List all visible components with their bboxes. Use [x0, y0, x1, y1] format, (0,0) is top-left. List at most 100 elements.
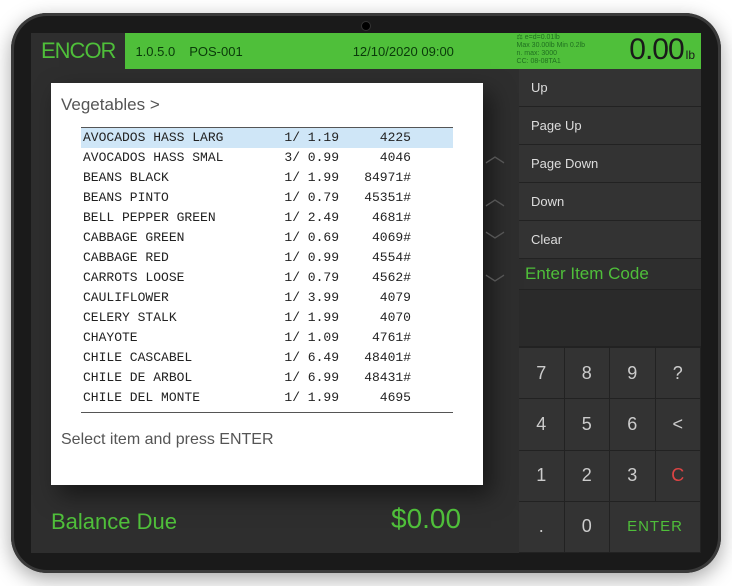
up-button[interactable]: Up: [519, 69, 701, 107]
key-9[interactable]: 9: [610, 348, 656, 399]
list-item[interactable]: CABBAGE GREEN1/ 0.694069#: [81, 228, 453, 248]
key-clear[interactable]: C: [656, 451, 702, 502]
datetime-label: 12/10/2020 09:00: [353, 44, 454, 59]
item-name: CABBAGE RED: [83, 248, 261, 268]
key-backspace[interactable]: <: [656, 399, 702, 450]
scroll-indicator: ︿ ︿ ﹀ ﹀: [483, 139, 507, 297]
key-3[interactable]: 3: [610, 451, 656, 502]
balance-label: Balance Due: [51, 509, 177, 535]
item-name: CHILE DEL MONTE: [83, 388, 261, 408]
item-code: 4554#: [339, 248, 411, 268]
item-code: 4070: [339, 308, 411, 328]
version-label: 1.0.5.0: [135, 44, 175, 59]
list-item[interactable]: CHILE CASCABEL1/ 6.4948401#: [81, 348, 453, 368]
chevron-down-icon: ﹀: [485, 225, 505, 254]
tablet-frame: ENCOR 1.0.5.0 POS-001 12/10/2020 09:00 ⚖…: [11, 13, 721, 573]
key-help[interactable]: ?: [656, 348, 702, 399]
item-code: 48401#: [339, 348, 411, 368]
item-name: CHILE CASCABEL: [83, 348, 261, 368]
key-5[interactable]: 5: [565, 399, 611, 450]
list-item[interactable]: AVOCADOS HASS SMAL3/ 0.994046: [81, 148, 453, 168]
camera-icon: [361, 21, 371, 31]
key-7[interactable]: 7: [519, 348, 565, 399]
item-price: 1/ 0.79: [261, 268, 339, 288]
item-name: AVOCADOS HASS LARG: [83, 128, 261, 148]
right-controls: UpPage UpPage DownDownClear Enter Item C…: [519, 69, 701, 553]
item-name: BEANS BLACK: [83, 168, 261, 188]
item-price: 1/ 1.99: [261, 168, 339, 188]
breadcrumb: Vegetables >: [51, 83, 483, 121]
item-price: 3/ 0.99: [261, 148, 339, 168]
brand-logo: ENCOR: [31, 33, 125, 69]
item-price: 1/ 0.79: [261, 188, 339, 208]
key-8[interactable]: 8: [565, 348, 611, 399]
item-code: 4681#: [339, 208, 411, 228]
item-price: 1/ 6.49: [261, 348, 339, 368]
status-line: ⚖ e=d=0.01lb: [517, 34, 585, 42]
item-price: 1/ 1.09: [261, 328, 339, 348]
item-name: BELL PEPPER GREEN: [83, 208, 261, 228]
list-item[interactable]: CAULIFLOWER1/ 3.994079: [81, 288, 453, 308]
list-item[interactable]: BEANS PINTO1/ 0.7945351#: [81, 188, 453, 208]
key-2[interactable]: 2: [565, 451, 611, 502]
item-code: 4046: [339, 148, 411, 168]
down-button[interactable]: Down: [519, 183, 701, 221]
list-item[interactable]: BELL PEPPER GREEN1/ 2.494681#: [81, 208, 453, 228]
weight-unit: lb: [686, 48, 695, 65]
key-0[interactable]: 0: [565, 502, 611, 553]
item-code: 4069#: [339, 228, 411, 248]
page-down-button[interactable]: Page Down: [519, 145, 701, 183]
terminal-label: POS-001: [189, 44, 242, 59]
key-decimal[interactable]: .: [519, 502, 565, 553]
item-name: CABBAGE GREEN: [83, 228, 261, 248]
item-code: 4079: [339, 288, 411, 308]
item-name: CARROTS LOOSE: [83, 268, 261, 288]
item-name: CHAYOTE: [83, 328, 261, 348]
item-list[interactable]: AVOCADOS HASS LARG1/ 1.194225AVOCADOS HA…: [81, 127, 453, 413]
key-1[interactable]: 1: [519, 451, 565, 502]
item-code-input[interactable]: [519, 289, 701, 347]
status-line: CC: 08-08TA1: [517, 58, 585, 66]
main-area: Vegetables > AVOCADOS HASS LARG1/ 1.1942…: [31, 69, 701, 553]
item-price: 1/ 6.99: [261, 368, 339, 388]
list-item[interactable]: CARROTS LOOSE1/ 0.794562#: [81, 268, 453, 288]
item-name: BEANS PINTO: [83, 188, 261, 208]
status-line: Max 30.00lb Min 0.2lb: [517, 42, 585, 50]
item-price: 1/ 2.49: [261, 208, 339, 228]
chevron-down-icon: ﹀: [485, 268, 505, 297]
header-bar: ENCOR 1.0.5.0 POS-001 12/10/2020 09:00 ⚖…: [31, 33, 701, 69]
key-enter[interactable]: ENTER: [610, 502, 701, 553]
item-price: 1/ 0.69: [261, 228, 339, 248]
item-price: 1/ 1.19: [261, 128, 339, 148]
balance-amount: $0.00: [391, 503, 461, 535]
item-price: 1/ 1.99: [261, 308, 339, 328]
item-code-label: Enter Item Code: [519, 259, 701, 289]
list-item[interactable]: CHILE DE ARBOL1/ 6.9948431#: [81, 368, 453, 388]
item-picker-panel: Vegetables > AVOCADOS HASS LARG1/ 1.1942…: [51, 83, 483, 485]
status-line: n. max: 3000: [517, 50, 585, 58]
item-code: 4761#: [339, 328, 411, 348]
chevron-up-icon: ︿: [485, 139, 505, 168]
list-item[interactable]: AVOCADOS HASS LARG1/ 1.194225: [81, 128, 453, 148]
scale-status: ⚖ e=d=0.01lb Max 30.00lb Min 0.2lb n. ma…: [517, 34, 585, 66]
clear-button[interactable]: Clear: [519, 221, 701, 259]
weight-display: 0.00 lb: [589, 33, 701, 69]
list-item[interactable]: CHAYOTE1/ 1.094761#: [81, 328, 453, 348]
list-item[interactable]: CABBAGE RED1/ 0.994554#: [81, 248, 453, 268]
chevron-up-icon: ︿: [485, 182, 505, 211]
key-4[interactable]: 4: [519, 399, 565, 450]
key-6[interactable]: 6: [610, 399, 656, 450]
page-up-button[interactable]: Page Up: [519, 107, 701, 145]
list-item[interactable]: CHILE DEL MONTE1/ 1.994695: [81, 388, 453, 408]
item-code: 4562#: [339, 268, 411, 288]
screen: ENCOR 1.0.5.0 POS-001 12/10/2020 09:00 ⚖…: [31, 33, 701, 553]
list-item[interactable]: BEANS BLACK1/ 1.9984971#: [81, 168, 453, 188]
item-code: 84971#: [339, 168, 411, 188]
item-code: 48431#: [339, 368, 411, 388]
item-name: CAULIFLOWER: [83, 288, 261, 308]
item-code: 4695: [339, 388, 411, 408]
item-code: 4225: [339, 128, 411, 148]
nav-button-group: UpPage UpPage DownDownClear: [519, 69, 701, 259]
list-item[interactable]: CELERY STALK1/ 1.994070: [81, 308, 453, 328]
keypad: 789? 456<123C.0ENTER: [519, 347, 701, 553]
